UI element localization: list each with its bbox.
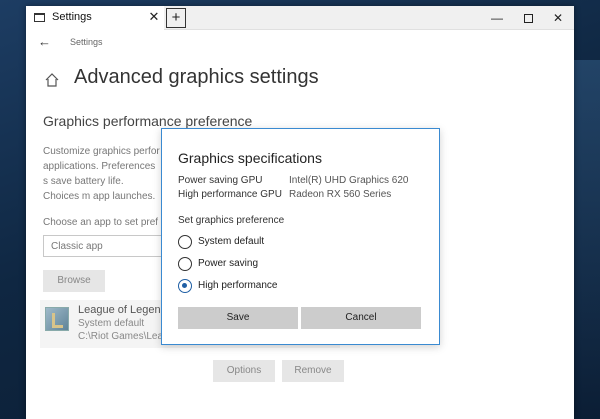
radio-button[interactable]: [178, 257, 192, 271]
watermark-logo: 系统之家: [448, 389, 501, 404]
options-button[interactable]: Options: [213, 360, 275, 382]
preference-heading: Set graphics preference: [178, 215, 285, 226]
save-button[interactable]: Save: [178, 307, 298, 329]
remove-button[interactable]: Remove: [282, 360, 344, 382]
page-title: Advanced graphics settings: [74, 66, 319, 88]
app-name: League of Legends: [78, 304, 173, 316]
high-performance-gpu-label: High performance GPU: [178, 189, 282, 200]
settings-icon: [34, 13, 45, 22]
back-arrow-icon[interactable]: ←: [38, 34, 51, 49]
dialog-title: Graphics specifications: [178, 150, 322, 166]
power-saving-gpu-label: Power saving GPU: [178, 175, 263, 186]
close-icon[interactable]: ✕: [540, 6, 574, 30]
plus-icon[interactable]: +: [166, 8, 186, 28]
app-type-dropdown[interactable]: Classic app: [43, 235, 163, 257]
radio-label: High performance: [198, 280, 278, 291]
app-preference: System default: [78, 318, 145, 329]
settings-window: Settings ✕ + — ✕ ← Settings Advanced gra…: [26, 6, 574, 419]
app-icon: [45, 307, 69, 331]
graphics-specifications-dialog: Graphics specifications Power saving GPU…: [161, 128, 440, 345]
power-saving-gpu-value: Intel(R) UHD Graphics 620: [289, 175, 409, 186]
radio-label: System default: [198, 236, 265, 247]
description-text: Customize graphics perfor applications. …: [43, 146, 160, 202]
radio-label: Power saving: [198, 258, 259, 269]
high-performance-gpu-value: Radeon RX 560 Series: [289, 189, 392, 200]
tab-title: Settings: [52, 11, 92, 23]
choose-app-label: Choose an app to set pref: [43, 217, 159, 228]
radio-button-selected[interactable]: [178, 279, 192, 293]
radio-button[interactable]: [178, 235, 192, 249]
breadcrumb: Settings: [70, 37, 103, 47]
section-title: Graphics performance preference: [43, 113, 253, 129]
browse-button[interactable]: Browse: [43, 270, 105, 292]
home-icon: [45, 73, 59, 87]
watermark-url: XITONGZHIJIA.NET: [495, 404, 560, 411]
title-bar: Settings ✕ + — ✕: [26, 6, 574, 30]
tab-settings[interactable]: Settings ✕: [26, 6, 164, 30]
app-path: C:\Riot Games\Leag: [78, 331, 169, 342]
cancel-button[interactable]: Cancel: [301, 307, 421, 329]
close-icon[interactable]: ✕: [147, 9, 161, 25]
